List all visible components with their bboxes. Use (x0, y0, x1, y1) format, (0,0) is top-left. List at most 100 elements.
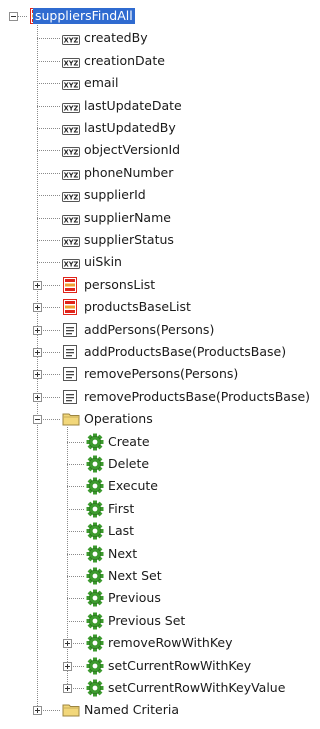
method-icon (62, 366, 78, 382)
tree-node-setcurrentrowwithkey[interactable]: setCurrentRowWithKey (0, 656, 320, 678)
tree-node-label: supplierName (84, 209, 171, 225)
tree-node-label: addProductsBase(ProductsBase) (84, 344, 287, 359)
attribute-icon: XYZ (62, 78, 80, 94)
tree-node-removerowwithkey[interactable]: removeRowWithKey (0, 633, 320, 655)
folder-icon (62, 411, 80, 427)
tree-node-email[interactable]: XYZ email (0, 73, 320, 95)
collapse-toggle-icon[interactable] (33, 415, 42, 425)
tree-guide-line (37, 172, 60, 174)
tree-node-previous[interactable]: Previous (0, 588, 320, 610)
tree-node-lastupdatedate[interactable]: XYZ lastUpdateDate (0, 96, 320, 118)
tree-node-label: personsList (84, 276, 156, 292)
tree-node-addproductsbase-productsbase[interactable]: addProductsBase(ProductsBase) (0, 342, 320, 364)
tree-node-label: objectVersionId (84, 142, 181, 158)
tree-node-previous-set[interactable]: Previous Set (0, 611, 320, 633)
tree-guide-line (67, 598, 84, 600)
tree-node-removepersons-persons[interactable]: removePersons(Persons) (0, 364, 320, 386)
svg-text:XYZ: XYZ (64, 194, 79, 202)
tree-node-createdby[interactable]: XYZ createdBy (0, 28, 320, 50)
operation-icon (86, 589, 104, 607)
tree-node-removeproductsbase-productsbase[interactable]: removeProductsBase(ProductsBase) (0, 387, 320, 409)
tree-node-lastupdatedby[interactable]: XYZ lastUpdatedBy (0, 118, 320, 140)
tree-node-productsbaselist[interactable]: productsBaseList (0, 297, 320, 319)
expand-toggle-icon[interactable] (63, 639, 72, 649)
tree-node-operations[interactable]: Operations (0, 409, 320, 431)
tree-node-named-criteria[interactable]: Named Criteria (0, 700, 320, 722)
tree-node-label: productsBaseList (84, 299, 191, 315)
tree-node-label: suppliersFindAll (33, 8, 135, 24)
collapse-toggle-icon[interactable] (9, 12, 18, 21)
tree-guide-line (37, 83, 60, 85)
operation-icon (86, 612, 104, 630)
operation-icon (86, 433, 104, 451)
tree-node-label: removeRowWithKey (108, 635, 233, 651)
tree-guide-line (67, 620, 84, 622)
tree-node-next[interactable]: Next (0, 544, 320, 566)
operation-icon (86, 477, 104, 495)
expand-toggle-icon[interactable] (33, 370, 42, 380)
tree-guide-line (67, 441, 84, 443)
expand-toggle-icon[interactable] (33, 348, 42, 357)
attribute-icon: XYZ (62, 101, 80, 117)
tree-node-label: phoneNumber (84, 164, 174, 180)
svg-text:XYZ: XYZ (64, 104, 79, 112)
expand-toggle-icon[interactable] (33, 706, 42, 716)
method-icon (62, 389, 78, 405)
tree-guide-line (67, 576, 84, 577)
tree-node-label: Delete (108, 456, 150, 471)
expand-toggle-icon[interactable] (63, 661, 72, 671)
operation-icon (86, 657, 104, 675)
expand-toggle-icon[interactable] (33, 392, 42, 402)
tree-node-label: creationDate (84, 52, 165, 68)
tree-guide-line (37, 60, 60, 62)
tree-guide-line (37, 217, 60, 219)
tree-node-create[interactable]: Create (0, 432, 320, 454)
attribute-icon: XYZ (62, 213, 80, 229)
tree-guide-line (67, 531, 84, 533)
tree-node-next-set[interactable]: Next Set (0, 566, 320, 588)
tree-node-label: supplierStatus (84, 232, 174, 247)
attribute-icon: XYZ (62, 123, 80, 139)
tree-node-personslist[interactable]: personsList (0, 275, 320, 297)
tree-node-last[interactable]: Last (0, 521, 320, 543)
tree-guide-line (37, 38, 60, 40)
tree-node-delete[interactable]: Delete (0, 454, 320, 476)
tree-node-objectversionid[interactable]: XYZ objectVersionId (0, 140, 320, 162)
tree-node-label: removePersons(Persons) (84, 366, 239, 382)
tree-guide-line (67, 464, 84, 465)
tree-node-label: Next (108, 545, 138, 561)
tree-node-addpersons-persons[interactable]: addPersons(Persons) (0, 320, 320, 342)
tree-node-setcurrentrowwithkeyvalue[interactable]: setCurrentRowWithKeyValue (0, 678, 320, 700)
tree-node-suppliersfindall[interactable]: suppliersFindAll (0, 6, 320, 28)
attribute-icon: XYZ (62, 56, 80, 72)
svg-text:XYZ: XYZ (64, 261, 79, 269)
attribute-icon: XYZ (62, 145, 80, 161)
operation-icon (86, 567, 104, 585)
tree-node-label: Next Set (108, 568, 162, 583)
tree-guide-line (67, 486, 84, 488)
expand-toggle-icon[interactable] (63, 684, 72, 693)
tree-node-uiskin[interactable]: XYZ uiSkin (0, 252, 320, 274)
tree-node-creationdate[interactable]: XYZ creationDate (0, 51, 320, 73)
collection-icon (62, 276, 78, 293)
tree-node-supplierstatus[interactable]: XYZ supplierStatus (0, 230, 320, 252)
expand-toggle-icon[interactable] (33, 280, 42, 290)
tree-node-label: Previous Set (108, 612, 186, 628)
attribute-icon: XYZ (62, 235, 80, 251)
operation-icon (86, 522, 104, 540)
svg-text:XYZ: XYZ (64, 239, 79, 247)
attribute-icon: XYZ (62, 168, 80, 184)
expand-toggle-icon[interactable] (33, 303, 42, 313)
tree-node-supplierid[interactable]: XYZ supplierId (0, 185, 320, 207)
tree-node-suppliername[interactable]: XYZ supplierName (0, 208, 320, 230)
tree-node-label: Execute (108, 478, 158, 494)
svg-text:XYZ: XYZ (64, 37, 79, 45)
tree-guide-line (67, 508, 84, 510)
expand-toggle-icon[interactable] (33, 325, 42, 335)
tree-node-label: supplierId (84, 187, 146, 203)
tree-node-phonenumber[interactable]: XYZ phoneNumber (0, 163, 320, 185)
folder-icon (62, 702, 80, 718)
tree-node-first[interactable]: First (0, 499, 320, 521)
tree-node-execute[interactable]: Execute (0, 476, 320, 498)
tree-node-label: uiSkin (84, 254, 122, 270)
